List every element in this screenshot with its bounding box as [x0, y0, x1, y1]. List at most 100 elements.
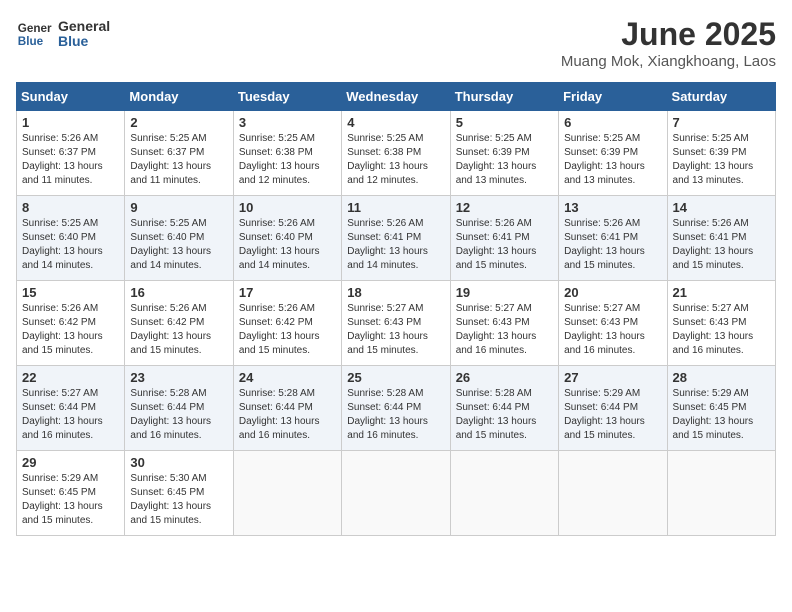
weekday-header-friday: Friday	[559, 83, 667, 111]
day-number: 18	[347, 285, 444, 300]
calendar-cell: 12Sunrise: 5:26 AMSunset: 6:41 PMDayligh…	[450, 196, 558, 281]
day-number: 13	[564, 200, 661, 215]
calendar-cell: 15 Sunrise: 5:26 AMSunset: 6:42 PMDayligh…	[17, 281, 125, 366]
day-number: 27	[564, 370, 661, 385]
day-number: 21	[673, 285, 770, 300]
day-detail: Sunrise: 5:29 AMSunset: 6:44 PMDaylight:…	[564, 387, 661, 443]
week-row-1: 1 Sunrise: 5:26 AMSunset: 6:37 PMDaylight…	[17, 111, 776, 196]
day-number: 9	[130, 200, 227, 215]
logo-text: General	[58, 19, 110, 34]
weekday-header-monday: Monday	[125, 83, 233, 111]
calendar-cell	[559, 451, 667, 536]
day-number: 24	[239, 370, 336, 385]
weekday-header-wednesday: Wednesday	[342, 83, 450, 111]
logo-subtext: Blue	[58, 34, 110, 49]
svg-text:General: General	[18, 22, 52, 35]
day-detail: Sunrise: 5:26 AMSunset: 6:42 PMDaylight:…	[22, 302, 119, 358]
logo-icon: General Blue	[16, 16, 52, 52]
day-detail: Sunrise: 5:26 AMSunset: 6:41 PMDaylight:…	[456, 217, 553, 273]
calendar-cell: 14 Sunrise: 5:26 AMSunset: 6:41 PMDayligh…	[667, 196, 775, 281]
day-number: 16	[130, 285, 227, 300]
svg-text:Blue: Blue	[18, 35, 44, 48]
day-number: 8	[22, 200, 119, 215]
calendar-cell: 1 Sunrise: 5:26 AMSunset: 6:37 PMDaylight…	[17, 111, 125, 196]
calendar-cell	[667, 451, 775, 536]
day-number: 6	[564, 115, 661, 130]
week-row-5: 29Sunrise: 5:29 AMSunset: 6:45 PMDayligh…	[17, 451, 776, 536]
calendar-table: SundayMondayTuesdayWednesdayThursdayFrid…	[16, 82, 776, 536]
weekday-header-tuesday: Tuesday	[233, 83, 341, 111]
day-detail: Sunrise: 5:25 AMSunset: 6:39 PMDaylight:…	[673, 132, 770, 188]
day-number: 20	[564, 285, 661, 300]
day-detail: Sunrise: 5:25 AMSunset: 6:38 PMDaylight:…	[239, 132, 336, 188]
day-detail: Sunrise: 5:29 AMSunset: 6:45 PMDaylight:…	[673, 387, 770, 443]
day-detail: Sunrise: 5:26 AMSunset: 6:42 PMDaylight:…	[239, 302, 336, 358]
day-number: 10	[239, 200, 336, 215]
week-row-4: 22Sunrise: 5:27 AMSunset: 6:44 PMDayligh…	[17, 366, 776, 451]
day-number: 25	[347, 370, 444, 385]
day-detail: Sunrise: 5:27 AMSunset: 6:43 PMDaylight:…	[673, 302, 770, 358]
day-number: 26	[456, 370, 553, 385]
calendar-cell: 3 Sunrise: 5:25 AMSunset: 6:38 PMDaylight…	[233, 111, 341, 196]
calendar-cell: 17 Sunrise: 5:26 AMSunset: 6:42 PMDayligh…	[233, 281, 341, 366]
day-number: 7	[673, 115, 770, 130]
calendar-cell: 23 Sunrise: 5:28 AMSunset: 6:44 PMDayligh…	[125, 366, 233, 451]
day-detail: Sunrise: 5:27 AMSunset: 6:43 PMDaylight:…	[456, 302, 553, 358]
header: General Blue General Blue June 2025 Muan…	[16, 16, 776, 70]
subtitle: Muang Mok, Xiangkhoang, Laos	[561, 53, 776, 70]
day-detail: Sunrise: 5:27 AMSunset: 6:43 PMDaylight:…	[347, 302, 444, 358]
day-detail: Sunrise: 5:25 AMSunset: 6:39 PMDaylight:…	[564, 132, 661, 188]
calendar-cell: 6 Sunrise: 5:25 AMSunset: 6:39 PMDaylight…	[559, 111, 667, 196]
day-detail: Sunrise: 5:27 AMSunset: 6:43 PMDaylight:…	[564, 302, 661, 358]
day-number: 19	[456, 285, 553, 300]
week-row-2: 8 Sunrise: 5:25 AMSunset: 6:40 PMDaylight…	[17, 196, 776, 281]
calendar-cell: 13Sunrise: 5:26 AMSunset: 6:41 PMDayligh…	[559, 196, 667, 281]
calendar-cell: 4Sunrise: 5:25 AMSunset: 6:38 PMDaylight…	[342, 111, 450, 196]
logo: General Blue General Blue	[16, 16, 110, 52]
day-number: 30	[130, 455, 227, 470]
week-row-3: 15 Sunrise: 5:26 AMSunset: 6:42 PMDayligh…	[17, 281, 776, 366]
day-detail: Sunrise: 5:28 AMSunset: 6:44 PMDaylight:…	[456, 387, 553, 443]
calendar-cell	[450, 451, 558, 536]
calendar-cell: 24Sunrise: 5:28 AMSunset: 6:44 PMDayligh…	[233, 366, 341, 451]
calendar-cell: 19 Sunrise: 5:27 AMSunset: 6:43 PMDayligh…	[450, 281, 558, 366]
calendar-cell: 16Sunrise: 5:26 AMSunset: 6:42 PMDayligh…	[125, 281, 233, 366]
day-number: 14	[673, 200, 770, 215]
day-number: 17	[239, 285, 336, 300]
day-detail: Sunrise: 5:25 AMSunset: 6:40 PMDaylight:…	[130, 217, 227, 273]
day-number: 1	[22, 115, 119, 130]
day-detail: Sunrise: 5:28 AMSunset: 6:44 PMDaylight:…	[347, 387, 444, 443]
calendar-cell: 25 Sunrise: 5:28 AMSunset: 6:44 PMDayligh…	[342, 366, 450, 451]
weekday-header-sunday: Sunday	[17, 83, 125, 111]
day-number: 28	[673, 370, 770, 385]
calendar-cell	[233, 451, 341, 536]
weekday-header-thursday: Thursday	[450, 83, 558, 111]
day-detail: Sunrise: 5:26 AMSunset: 6:37 PMDaylight:…	[22, 132, 119, 188]
calendar-cell: 22Sunrise: 5:27 AMSunset: 6:44 PMDayligh…	[17, 366, 125, 451]
day-detail: Sunrise: 5:25 AMSunset: 6:39 PMDaylight:…	[456, 132, 553, 188]
calendar-cell: 29Sunrise: 5:29 AMSunset: 6:45 PMDayligh…	[17, 451, 125, 536]
day-detail: Sunrise: 5:25 AMSunset: 6:40 PMDaylight:…	[22, 217, 119, 273]
calendar-cell: 7 Sunrise: 5:25 AMSunset: 6:39 PMDaylight…	[667, 111, 775, 196]
day-number: 2	[130, 115, 227, 130]
calendar-cell: 8 Sunrise: 5:25 AMSunset: 6:40 PMDaylight…	[17, 196, 125, 281]
day-detail: Sunrise: 5:25 AMSunset: 6:37 PMDaylight:…	[130, 132, 227, 188]
day-detail: Sunrise: 5:26 AMSunset: 6:41 PMDaylight:…	[673, 217, 770, 273]
calendar-cell: 10 Sunrise: 5:26 AMSunset: 6:40 PMDayligh…	[233, 196, 341, 281]
day-detail: Sunrise: 5:26 AMSunset: 6:40 PMDaylight:…	[239, 217, 336, 273]
day-number: 23	[130, 370, 227, 385]
calendar-cell: 21 Sunrise: 5:27 AMSunset: 6:43 PMDayligh…	[667, 281, 775, 366]
day-number: 15	[22, 285, 119, 300]
calendar-cell: 18 Sunrise: 5:27 AMSunset: 6:43 PMDayligh…	[342, 281, 450, 366]
day-detail: Sunrise: 5:30 AMSunset: 6:45 PMDaylight:…	[130, 472, 227, 528]
main-title: June 2025	[561, 16, 776, 53]
day-detail: Sunrise: 5:28 AMSunset: 6:44 PMDaylight:…	[130, 387, 227, 443]
day-detail: Sunrise: 5:27 AMSunset: 6:44 PMDaylight:…	[22, 387, 119, 443]
day-detail: Sunrise: 5:26 AMSunset: 6:41 PMDaylight:…	[347, 217, 444, 273]
day-number: 3	[239, 115, 336, 130]
day-number: 4	[347, 115, 444, 130]
calendar-cell: 9 Sunrise: 5:25 AMSunset: 6:40 PMDaylight…	[125, 196, 233, 281]
title-area: June 2025 Muang Mok, Xiangkhoang, Laos	[561, 16, 776, 70]
calendar-cell: 5Sunrise: 5:25 AMSunset: 6:39 PMDaylight…	[450, 111, 558, 196]
calendar-cell: 26 Sunrise: 5:28 AMSunset: 6:44 PMDayligh…	[450, 366, 558, 451]
